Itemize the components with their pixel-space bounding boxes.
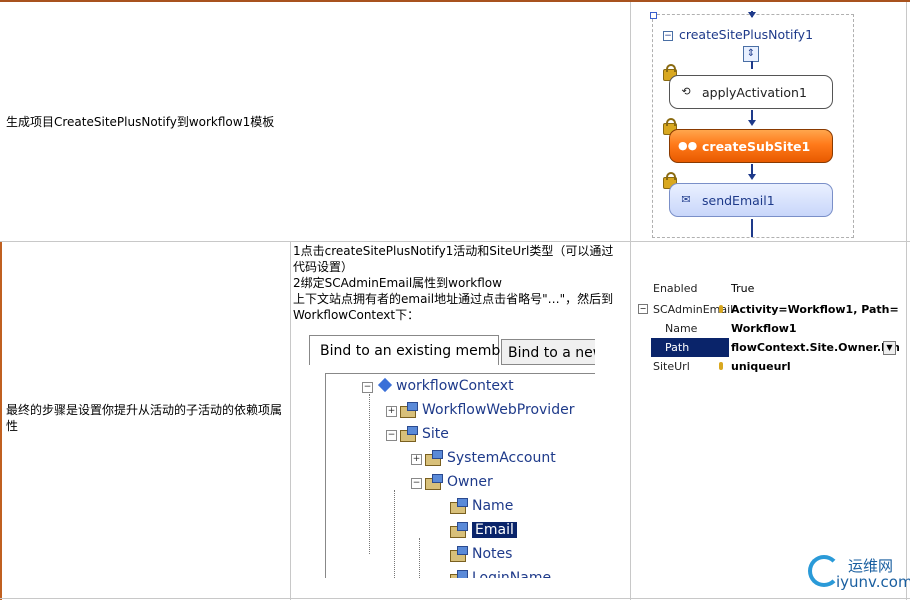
connector bbox=[751, 219, 753, 237]
collapse-icon[interactable]: − bbox=[362, 382, 373, 393]
tree-node-provider[interactable]: + WorkflowWebProvider bbox=[386, 400, 574, 420]
property-row-enabled[interactable]: Enabled True bbox=[633, 283, 899, 298]
tab-bind-new[interactable]: Bind to a new bbox=[501, 339, 595, 365]
arrow-head bbox=[748, 12, 756, 18]
activity-apply-activation[interactable]: ⟲ applyActivation1 bbox=[669, 75, 833, 109]
tree-node-owner[interactable]: − Owner bbox=[411, 472, 493, 492]
collapse-icon[interactable]: − bbox=[411, 478, 422, 489]
property-row-scadminemail[interactable]: − SCAdminEmail Activity=Workflow1, Path=… bbox=[633, 300, 899, 319]
row2-description: 最终的步骤是设置你提升从活动的子活动的依赖项属性 bbox=[6, 403, 283, 433]
property-icon bbox=[450, 498, 468, 514]
arrow-head bbox=[748, 174, 756, 180]
column-divider bbox=[906, 2, 907, 600]
collapse-icon[interactable]: − bbox=[663, 31, 673, 41]
tab-bind-existing[interactable]: Bind to an existing member bbox=[309, 335, 515, 365]
tree-node-systemaccount[interactable]: + SystemAccount bbox=[411, 448, 556, 468]
property-icon bbox=[450, 546, 468, 562]
property-icon bbox=[425, 450, 443, 466]
tree-node-name[interactable]: Name bbox=[450, 496, 513, 516]
expand-icon[interactable]: + bbox=[386, 406, 397, 417]
column-divider bbox=[290, 241, 291, 600]
property-row-name[interactable]: Name Workflow1 bbox=[633, 319, 899, 338]
instructions: 1点击createSitePlusNotify1活动和SiteUrl类型（可以通… bbox=[293, 243, 625, 323]
context-icon bbox=[377, 377, 393, 393]
tree-node-loginname[interactable]: LoginName bbox=[450, 568, 551, 578]
people-icon: ●● bbox=[678, 139, 698, 152]
tree-node-email[interactable]: Email bbox=[450, 520, 517, 540]
properties-grid: Enabled True − SCAdminEmail Activity=Wor… bbox=[633, 283, 899, 378]
connector bbox=[751, 61, 753, 69]
email-icon: ✉ bbox=[681, 193, 691, 206]
activity-create-subsite[interactable]: ●● createSubSite1 bbox=[669, 129, 833, 163]
top-border bbox=[0, 0, 910, 2]
bind-icon bbox=[719, 362, 723, 370]
collapse-icon[interactable]: − bbox=[386, 430, 397, 441]
bind-dialog: Bind to an existing member Bind to a new… bbox=[309, 335, 595, 578]
tree-node-notes[interactable]: Notes bbox=[450, 544, 512, 564]
tree-node-workflowcontext[interactable]: − workflowContext bbox=[362, 376, 514, 396]
property-icon bbox=[400, 426, 418, 442]
activation-icon: ⟲ bbox=[681, 85, 691, 98]
sequence-icon: ⇕ bbox=[743, 46, 759, 62]
property-icon bbox=[450, 570, 468, 578]
column-divider bbox=[630, 2, 631, 600]
property-icon bbox=[425, 474, 443, 490]
arrow-head bbox=[748, 120, 756, 126]
member-tree: − workflowContext + WorkflowWebProvider − S… bbox=[325, 373, 595, 578]
collapse-icon[interactable]: − bbox=[638, 304, 648, 314]
tree-node-site[interactable]: − Site bbox=[386, 424, 449, 444]
activity-send-email[interactable]: ✉ sendEmail1 bbox=[669, 183, 833, 217]
property-row-path[interactable]: Path flowContext.Site.Owner.Email ▼ bbox=[633, 338, 899, 357]
instruction-line: 2绑定SCAdminEmail属性到workflow bbox=[293, 276, 502, 290]
bind-icon bbox=[719, 305, 723, 313]
property-icon bbox=[450, 522, 468, 538]
instruction-line: 1点击createSitePlusNotify1活动和SiteUrl类型（可以通… bbox=[293, 244, 614, 274]
row-divider bbox=[0, 241, 910, 242]
workflow-designer: − createSitePlusNotify1 ⇕ ⟲ applyActivati… bbox=[650, 11, 854, 238]
row1-description: 生成项目CreateSitePlusNotify到workflow1模板 bbox=[6, 115, 275, 129]
property-row-siteurl[interactable]: SiteUrl uniqueurl bbox=[633, 357, 899, 376]
row-divider bbox=[0, 598, 910, 599]
selection-handle[interactable] bbox=[650, 12, 657, 19]
sequence-header[interactable]: − createSitePlusNotify1 bbox=[663, 27, 813, 42]
instruction-line: 上下文站点拥有者的email地址通过点击省略号"…"，然后到WorkflowCo… bbox=[293, 292, 614, 322]
expand-icon[interactable]: + bbox=[411, 454, 422, 465]
dropdown-icon[interactable]: ▼ bbox=[883, 341, 896, 355]
property-icon bbox=[400, 402, 418, 418]
watermark-logo: 运维网 iyunv.com bbox=[808, 553, 910, 595]
left-accent bbox=[0, 241, 2, 600]
